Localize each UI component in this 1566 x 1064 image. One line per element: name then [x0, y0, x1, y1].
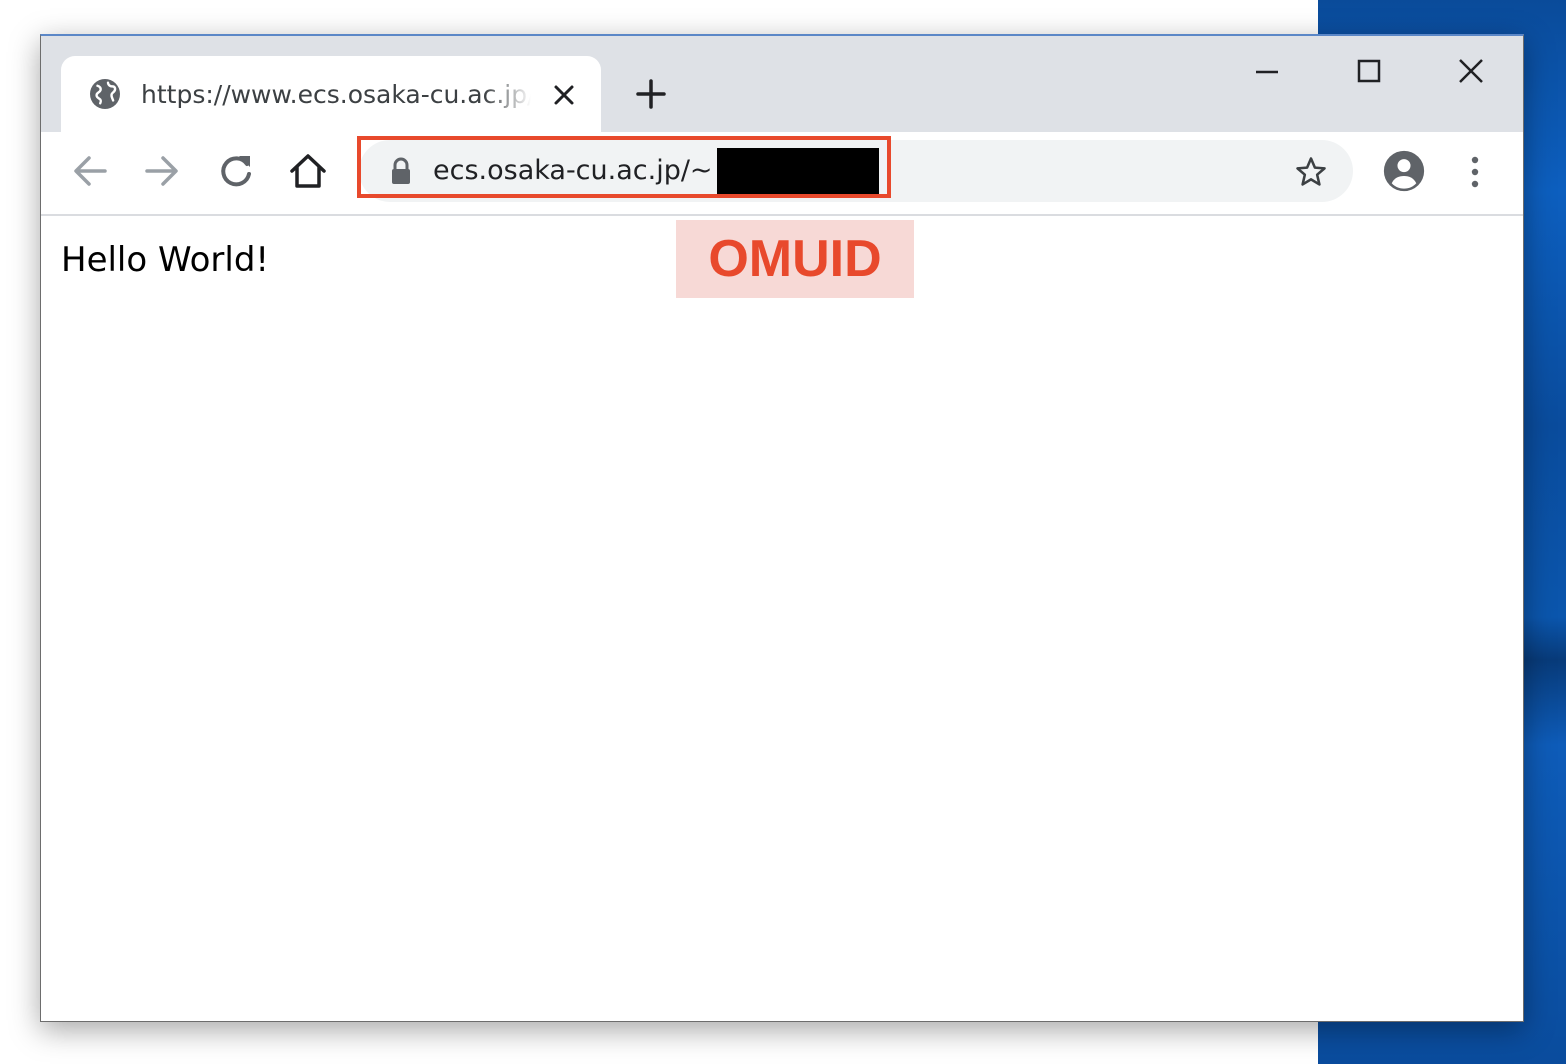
close-icon[interactable]: [549, 80, 579, 110]
account-circle-icon[interactable]: [1381, 148, 1427, 194]
forward-arrow-icon[interactable]: [141, 150, 183, 192]
minimize-icon[interactable]: [1237, 50, 1297, 94]
maximize-icon[interactable]: [1339, 50, 1399, 94]
home-icon[interactable]: [287, 150, 329, 192]
star-icon[interactable]: [1293, 154, 1329, 190]
page-content: Hello World! OMUID: [41, 216, 1523, 1021]
omuid-label: OMUID: [676, 220, 914, 298]
close-icon[interactable]: [1441, 50, 1501, 94]
vertical-dots-icon[interactable]: [1461, 152, 1489, 192]
reload-icon[interactable]: [215, 150, 257, 192]
browser-window: https://www.ecs.osaka-cu.ac.jp/~ ecs.osa…: [40, 34, 1524, 1022]
url-highlight-box: [357, 136, 891, 198]
toolbar: ecs.osaka-cu.ac.jp/~: [41, 132, 1523, 216]
globe-icon: [87, 76, 123, 112]
plus-icon[interactable]: [631, 74, 671, 114]
page-text: Hello World!: [61, 240, 270, 280]
tab-title: https://www.ecs.osaka-cu.ac.jp/~: [141, 80, 531, 109]
back-arrow-icon[interactable]: [69, 150, 111, 192]
browser-tab[interactable]: https://www.ecs.osaka-cu.ac.jp/~: [61, 56, 601, 132]
title-bar: https://www.ecs.osaka-cu.ac.jp/~: [41, 36, 1523, 132]
